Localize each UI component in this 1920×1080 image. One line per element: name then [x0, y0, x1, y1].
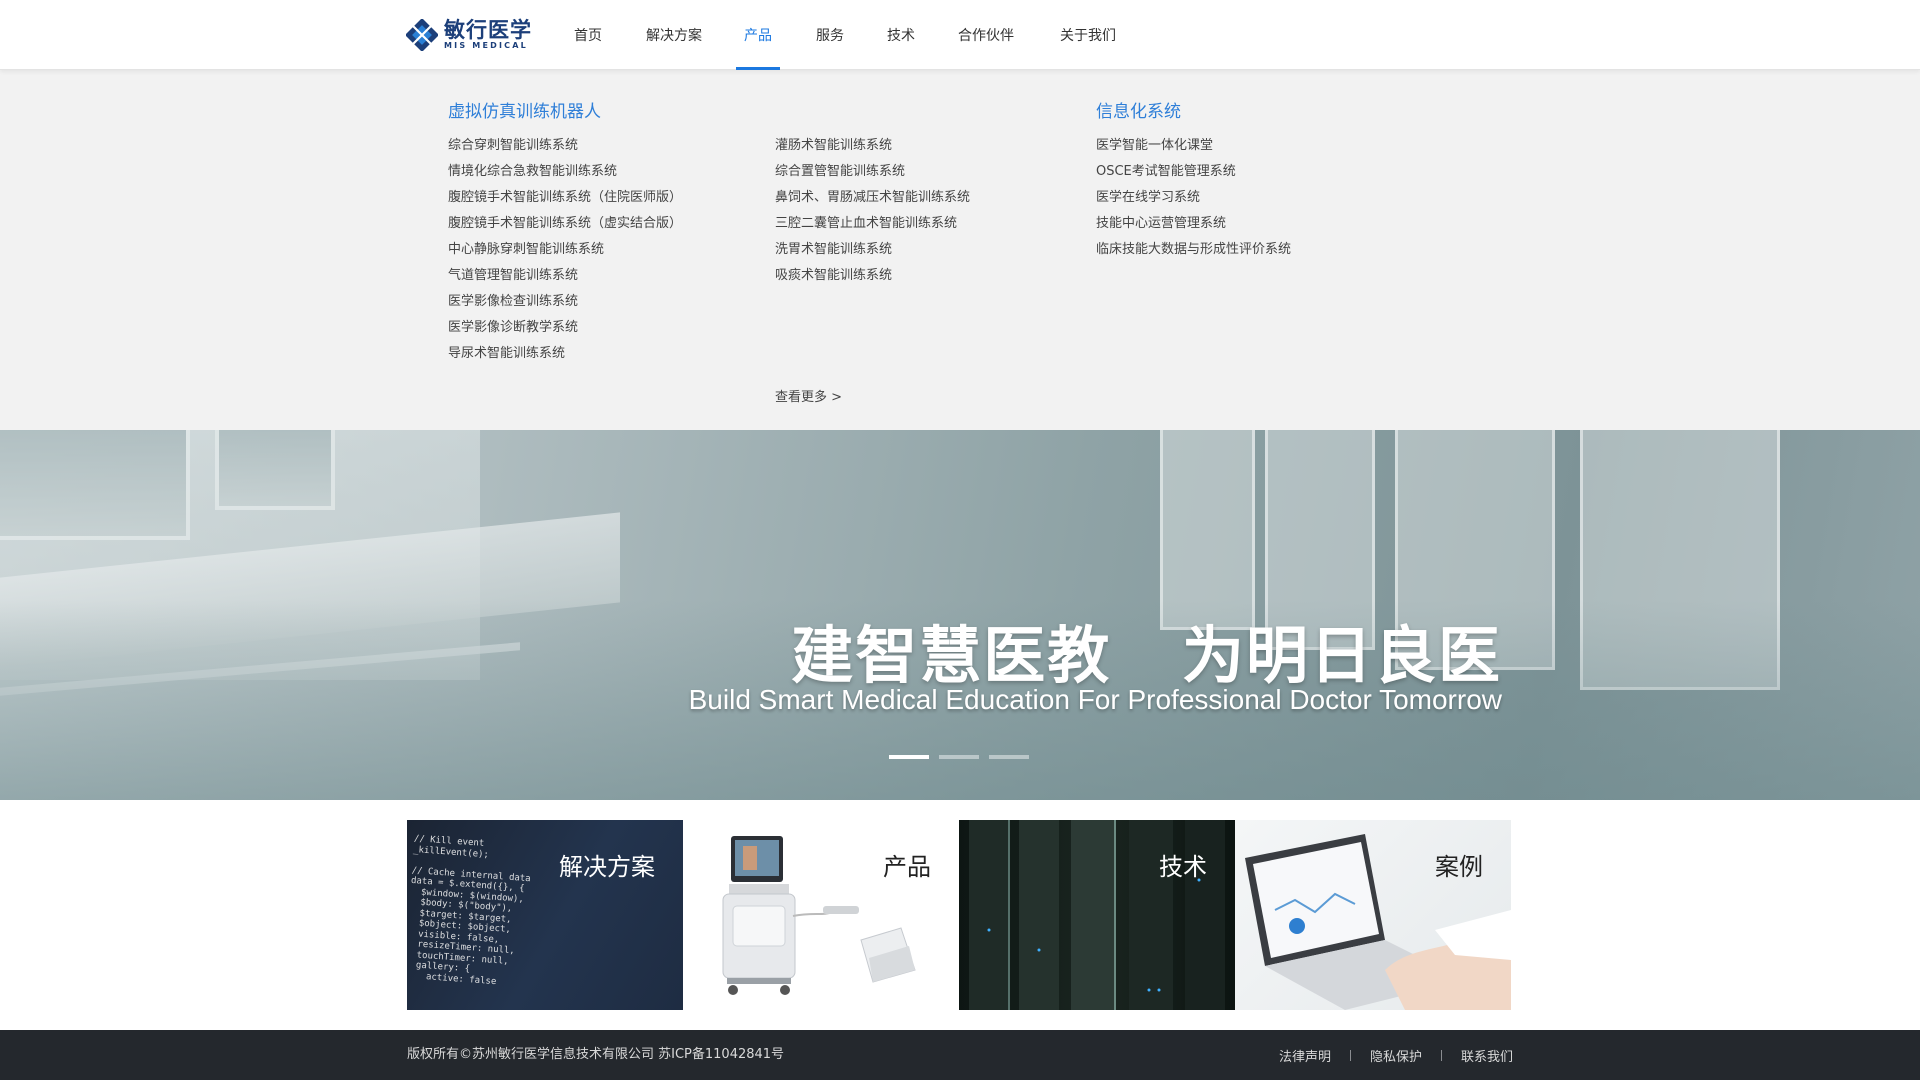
carousel-dot-1[interactable] [889, 755, 929, 759]
card-technology[interactable]: 技术 [959, 820, 1235, 1010]
dropdown-link[interactable]: 技能中心运营管理系统 [1096, 211, 1291, 237]
logo-name-en: MIS MEDICAL [444, 41, 528, 50]
dropdown-list-col2: 灌肠术智能训练系统 综合置管智能训练系统 鼻饲术、胃肠减压术智能训练系统 三腔二… [775, 133, 970, 289]
nav-item-products[interactable]: 产品 [736, 0, 780, 70]
logo-name-cn: 敏行医学 [444, 18, 532, 42]
footer: 版权所有©苏州敏行医学信息技术有限公司 苏ICP备11042841号 法律声明 … [0, 1030, 1920, 1080]
dropdown-link[interactable]: 临床技能大数据与形成性评价系统 [1096, 237, 1291, 263]
products-dropdown: 虚拟仿真训练机器人 综合穿刺智能训练系统 情境化综合急救智能训练系统 腹腔镜手术… [0, 70, 1920, 430]
dropdown-link[interactable]: 中心静脉穿刺智能训练系统 [448, 237, 682, 263]
main-nav: 首页 解决方案 产品 服务 技术 合作伙伴 关于我们 [574, 0, 1116, 70]
dropdown-link[interactable]: 吸痰术智能训练系统 [775, 263, 970, 289]
card-cases[interactable]: 案例 [1235, 820, 1511, 1010]
dropdown-title-info-systems[interactable]: 信息化系统 [1096, 97, 1181, 122]
dropdown-link[interactable]: 医学在线学习系统 [1096, 185, 1291, 211]
banner-subtitle: Build Smart Medical Education For Profes… [688, 684, 1502, 715]
dropdown-link[interactable]: 三腔二囊管止血术智能训练系统 [775, 211, 970, 237]
nav-item-technology[interactable]: 技术 [887, 0, 915, 70]
card-solutions[interactable]: // Kill event _killEvent(e); // Cache in… [407, 820, 683, 1010]
header: 敏行医学 MIS MEDICAL 首页 解决方案 产品 服务 技术 合作伙伴 关… [0, 0, 1920, 70]
carousel-dot-3[interactable] [989, 755, 1029, 759]
card-products[interactable]: 产品 [683, 820, 959, 1010]
dropdown-list-col1: 综合穿刺智能训练系统 情境化综合急救智能训练系统 腹腔镜手术智能训练系统（住院医… [448, 133, 682, 367]
carousel-dots [889, 755, 1039, 759]
footer-link-contact[interactable]: 联系我们 [1461, 1046, 1513, 1065]
nav-item-about[interactable]: 关于我们 [1060, 0, 1116, 70]
dropdown-link[interactable]: 腹腔镜手术智能训练系统（虚实结合版） [448, 211, 682, 237]
dropdown-link[interactable]: 气道管理智能训练系统 [448, 263, 682, 289]
dropdown-list-col3: 医学智能一体化课堂 OSCE考试智能管理系统 医学在线学习系统 技能中心运营管理… [1096, 133, 1291, 263]
dropdown-link[interactable]: 鼻饲术、胃肠减压术智能训练系统 [775, 185, 970, 211]
dropdown-link[interactable]: 综合穿刺智能训练系统 [448, 133, 682, 159]
card-label: 案例 [1435, 853, 1483, 881]
nav-item-services[interactable]: 服务 [816, 0, 844, 70]
logo-mark-icon [405, 18, 439, 52]
banner-title: 建智慧医教 为明日良医 [791, 619, 1502, 692]
card-label: 产品 [883, 853, 931, 881]
banner-bg-window [0, 430, 190, 540]
dropdown-link[interactable]: OSCE考试智能管理系统 [1096, 159, 1291, 185]
card-label: 技术 [1159, 853, 1207, 881]
footer-divider [1349, 1049, 1351, 1061]
footer-divider [1440, 1049, 1442, 1061]
dropdown-link[interactable]: 情境化综合急救智能训练系统 [448, 159, 682, 185]
banner-bg-window [215, 430, 335, 510]
logo[interactable]: 敏行医学 MIS MEDICAL [405, 18, 532, 52]
footer-link-legal[interactable]: 法律声明 [1279, 1046, 1331, 1065]
nav-item-home[interactable]: 首页 [574, 0, 602, 70]
dropdown-link[interactable]: 导尿术智能训练系统 [448, 341, 682, 367]
dropdown-link[interactable]: 医学影像检查训练系统 [448, 289, 682, 315]
dropdown-link[interactable]: 腹腔镜手术智能训练系统（住院医师版） [448, 185, 682, 211]
nav-item-partners[interactable]: 合作伙伴 [958, 0, 1014, 70]
dropdown-link[interactable]: 医学影像诊断教学系统 [448, 315, 682, 341]
card-code-image: // Kill event _killEvent(e); // Cache in… [407, 834, 532, 987]
card-label: 解决方案 [559, 853, 655, 881]
view-more-link[interactable]: 查看更多 > [775, 386, 842, 405]
dropdown-link[interactable]: 洗胃术智能训练系统 [775, 237, 970, 263]
carousel-dot-2[interactable] [939, 755, 979, 759]
feature-cards: // Kill event _killEvent(e); // Cache in… [407, 820, 1511, 1010]
dropdown-link[interactable]: 医学智能一体化课堂 [1096, 133, 1291, 159]
hero-banner[interactable]: 建智慧医教 为明日良医 Build Smart Medical Educatio… [0, 430, 1920, 800]
dropdown-link[interactable]: 灌肠术智能训练系统 [775, 133, 970, 159]
nav-item-solutions[interactable]: 解决方案 [646, 0, 702, 70]
copyright-text: 版权所有©苏州敏行医学信息技术有限公司 苏ICP备11042841号 [407, 1047, 785, 1062]
dropdown-link[interactable]: 综合置管智能训练系统 [775, 159, 970, 185]
footer-links: 法律声明 隐私保护 联系我们 [1279, 1030, 1513, 1080]
footer-link-privacy[interactable]: 隐私保护 [1370, 1046, 1422, 1065]
dropdown-title-robots[interactable]: 虚拟仿真训练机器人 [448, 97, 601, 122]
